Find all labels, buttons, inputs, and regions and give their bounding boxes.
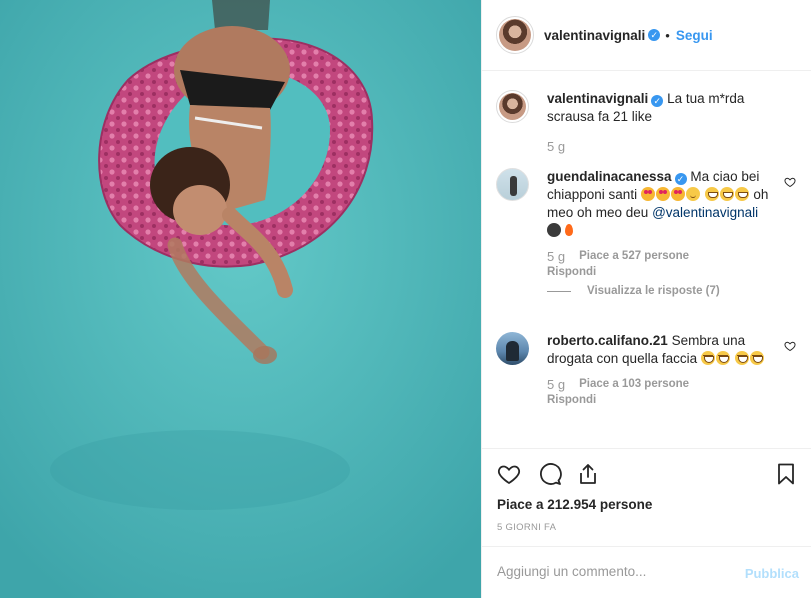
laughing-emoji-icon	[749, 351, 764, 365]
verified-badge-icon: ✓	[648, 29, 661, 41]
comment-icon[interactable]	[538, 462, 562, 486]
add-comment-bar: Pubblica	[482, 546, 811, 598]
comment-text: roberto.califano.21 Sembra una drogata c…	[547, 332, 769, 368]
comment-item: roberto.califano.21 Sembra una drogata c…	[496, 332, 796, 406]
header-separator: •	[665, 27, 670, 43]
heart-icon[interactable]	[497, 462, 521, 486]
caption: valentinavignali ✓ La tua m*rda scrausa f…	[496, 90, 796, 154]
heart-eyes-emoji-icon	[670, 187, 685, 201]
caption-text: valentinavignali ✓ La tua m*rda scrausa f…	[547, 90, 769, 126]
pool-photo	[0, 0, 481, 598]
grin-emoji-icon	[704, 187, 719, 201]
comment-time[interactable]: 5 g	[547, 377, 565, 392]
comments-fade	[482, 440, 811, 448]
instagram-post-modal: valentinavignali ✓ • Segui valentinavign…	[0, 0, 811, 598]
grin-emoji-icon	[734, 187, 749, 201]
post-side-panel: valentinavignali ✓ • Segui valentinavign…	[481, 0, 811, 598]
smirk-emoji-icon	[685, 187, 700, 201]
comment-meta: 5 g Piace a 527 persone	[547, 249, 796, 264]
post-header: valentinavignali ✓ • Segui	[482, 0, 811, 71]
likes-count[interactable]: Piace a 212.954 persone	[497, 497, 652, 512]
comment-username[interactable]: guendalinacanessa	[547, 169, 672, 184]
laughing-emoji-icon	[700, 351, 715, 365]
caption-username[interactable]: valentinavignali	[547, 91, 648, 106]
comment-time[interactable]: 5 g	[547, 249, 565, 264]
comment-avatar[interactable]	[496, 332, 529, 365]
comment-input[interactable]	[497, 564, 737, 579]
post-photo[interactable]	[0, 0, 481, 598]
comments-list[interactable]: valentinavignali ✓ La tua m*rda scrausa f…	[482, 72, 811, 448]
publish-button[interactable]: Pubblica	[745, 566, 799, 581]
heart-eyes-emoji-icon	[655, 187, 670, 201]
caption-meta: 5 g	[547, 139, 796, 154]
comment-like-heart-icon[interactable]	[784, 340, 796, 352]
view-replies-button[interactable]: Visualizza le risposte (7)	[547, 285, 796, 297]
fire-emoji-icon	[562, 223, 576, 237]
reply-button[interactable]: Rispondi	[547, 394, 796, 406]
comment-likes[interactable]: Piace a 103 persone	[579, 378, 689, 392]
post-age[interactable]: 5 GIORNI FA	[497, 522, 556, 533]
comment-username[interactable]: roberto.califano.21	[547, 333, 668, 348]
verified-badge-icon: ✓	[674, 173, 687, 185]
author-username[interactable]: valentinavignali	[544, 28, 645, 43]
laughing-emoji-icon	[715, 351, 730, 365]
grin-emoji-icon	[719, 187, 734, 201]
verified-badge-icon: ✓	[651, 95, 664, 107]
caption-time[interactable]: 5 g	[547, 139, 565, 154]
post-actions: Piace a 212.954 persone 5 GIORNI FA	[482, 448, 811, 533]
bookmark-icon[interactable]	[774, 462, 798, 486]
comment-avatar[interactable]	[496, 168, 529, 201]
action-icon-row	[482, 449, 811, 493]
comment-mention-link[interactable]: @valentinavignali	[652, 205, 758, 220]
comment-text: guendalinacanessa ✓ Ma ciao bei chiapponi…	[547, 168, 769, 240]
bomb-emoji-icon	[547, 223, 561, 237]
comment-likes[interactable]: Piace a 527 persone	[579, 250, 689, 264]
heart-eyes-emoji-icon	[640, 187, 655, 201]
comment-meta: 5 g Piace a 103 persone	[547, 377, 796, 392]
share-icon[interactable]	[576, 462, 600, 486]
author-avatar[interactable]	[496, 16, 534, 54]
view-replies-label: Visualizza le risposte (7)	[587, 285, 720, 297]
follow-button[interactable]: Segui	[676, 28, 713, 43]
laughing-emoji-icon	[734, 351, 749, 365]
caption-avatar[interactable]	[496, 90, 529, 123]
comment-like-heart-icon[interactable]	[784, 176, 796, 188]
replies-divider	[547, 290, 571, 292]
reply-button[interactable]: Rispondi	[547, 266, 796, 278]
comment-item: guendalinacanessa ✓ Ma ciao bei chiapponi…	[496, 168, 796, 297]
